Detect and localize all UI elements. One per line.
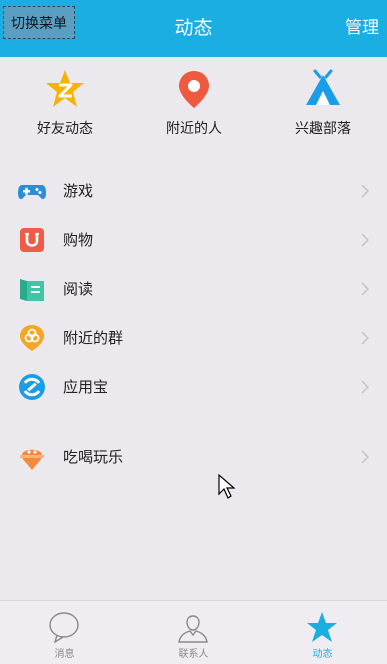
- message-bubble-icon: [49, 612, 79, 643]
- tribe-tent-icon: [306, 69, 340, 105]
- quick-entry-friend-feed[interactable]: 好友动态: [0, 57, 130, 154]
- manage-button[interactable]: 管理: [345, 0, 379, 57]
- chevron-right-icon: [361, 380, 369, 394]
- quick-entries: 好友动态 附近的人 兴趣部落: [0, 57, 387, 154]
- list-item-label: 阅读: [63, 280, 94, 298]
- tab-messages[interactable]: 消息: [0, 601, 129, 664]
- quick-entry-label: 好友动态: [37, 121, 93, 137]
- quick-entry-nearby-people[interactable]: 附近的人: [129, 57, 259, 154]
- quick-entry-label: 兴趣部落: [295, 121, 351, 137]
- star-icon: [307, 612, 337, 642]
- tab-label: 消息: [54, 649, 75, 660]
- location-pin-icon: [179, 71, 209, 108]
- list-item-label: 吃喝玩乐: [63, 448, 124, 466]
- list-item-reading[interactable]: 阅读: [0, 266, 387, 312]
- menu-toggle-button[interactable]: 切换菜单: [3, 6, 75, 39]
- list-item-nearby-groups[interactable]: 附近的群: [0, 315, 387, 361]
- list-item-app-store[interactable]: 应用宝: [0, 364, 387, 410]
- list-item-games[interactable]: 游戏: [0, 168, 387, 214]
- bottom-tab-bar: 消息 联系人 动态: [0, 600, 387, 664]
- shopping-bag-icon: [20, 228, 44, 252]
- tab-label: 联系人: [178, 649, 209, 660]
- chevron-right-icon: [361, 233, 369, 247]
- gamepad-icon: [18, 185, 46, 200]
- list-item-label: 游戏: [63, 182, 94, 200]
- contacts-icon: [178, 615, 208, 643]
- list-item-label: 应用宝: [63, 378, 109, 396]
- chevron-right-icon: [361, 331, 369, 345]
- chevron-right-icon: [361, 282, 369, 296]
- book-icon: [20, 279, 44, 301]
- quick-entry-interest-tribe[interactable]: 兴趣部落: [258, 57, 387, 154]
- nearby-group-icon: [20, 325, 44, 351]
- chevron-right-icon: [361, 450, 369, 464]
- tab-label: 动态: [312, 649, 333, 660]
- title-bar: 动态 切换菜单 管理: [0, 0, 387, 57]
- mouse-cursor-icon: [218, 474, 236, 499]
- qzone-star-icon: [46, 70, 84, 107]
- tab-contacts[interactable]: 联系人: [129, 601, 258, 664]
- quick-entry-label: 附近的人: [166, 121, 222, 137]
- app-store-icon: [19, 374, 45, 400]
- tab-feed[interactable]: 动态: [258, 601, 387, 664]
- list-item-shopping[interactable]: 购物: [0, 217, 387, 263]
- list-item-label: 附近的群: [63, 329, 124, 347]
- list-item-food-fun[interactable]: 吃喝玩乐: [0, 434, 387, 480]
- list-item-label: 购物: [63, 231, 94, 249]
- ice-cream-icon: [20, 449, 44, 470]
- chevron-right-icon: [361, 184, 369, 198]
